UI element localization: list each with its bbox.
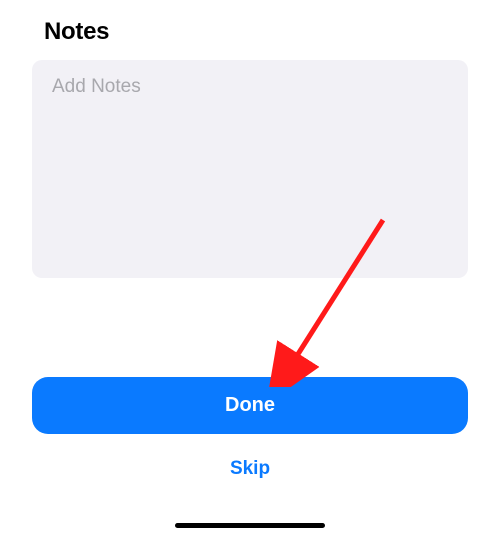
button-group: Done Skip <box>32 377 468 480</box>
skip-button[interactable]: Skip <box>32 458 468 480</box>
notes-input[interactable]: Add Notes <box>32 60 468 278</box>
notes-section: Notes Add Notes <box>0 18 500 278</box>
done-button[interactable]: Done <box>32 377 468 434</box>
skip-button-label: Skip <box>230 458 270 479</box>
done-button-label: Done <box>225 394 275 417</box>
page-title: Notes <box>44 18 500 46</box>
notes-placeholder: Add Notes <box>52 76 141 97</box>
home-indicator[interactable] <box>175 523 325 528</box>
